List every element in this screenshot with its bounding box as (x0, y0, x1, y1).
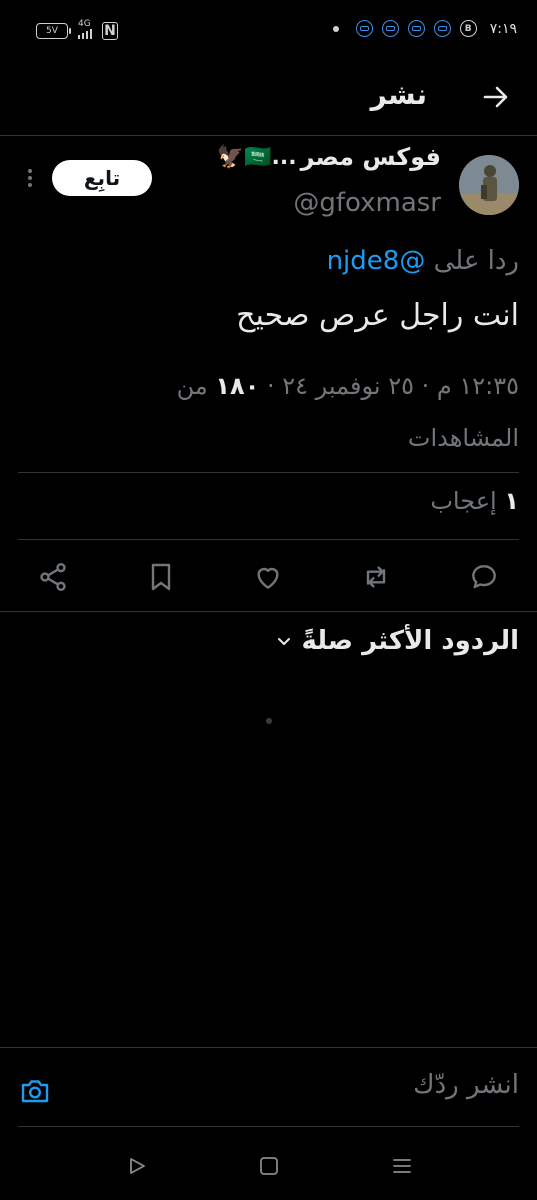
tweet-timestamp[interactable]: ١٢:٣٥ م · ٢٥ نوفمبر ٢٤ · (259, 372, 519, 400)
system-nav-bar (0, 1140, 537, 1200)
like-icon[interactable] (252, 561, 284, 593)
divider (0, 1047, 537, 1048)
author-name: فوكس مصر (300, 143, 441, 171)
reply-mention-link[interactable]: @njde8 (327, 246, 426, 276)
reply-context: ردا على @njde8 (327, 246, 519, 276)
clock: ٧:١٩ (489, 20, 517, 37)
author-handle[interactable]: @gfoxmasr (293, 188, 441, 218)
views-count: ١٨٠ (215, 372, 260, 400)
loading-indicator (266, 718, 272, 724)
battery-label: 5V (46, 26, 58, 36)
signal-icon (78, 29, 92, 39)
reply-input[interactable]: انشر ردّك (413, 1070, 519, 1100)
tweet-actions (0, 555, 537, 599)
home-nav-icon[interactable] (257, 1154, 281, 1178)
divider (0, 611, 537, 612)
back-arrow-icon[interactable] (481, 82, 511, 112)
tweet-meta: ١٢:٣٥ م · ٢٥ نوفمبر ٢٤ · ١٨٠ من المشاهدا… (139, 360, 519, 464)
author-emoji-suffix: 🦅🇸🇦... (216, 144, 297, 170)
avatar[interactable] (459, 155, 519, 215)
avatar-image (459, 155, 519, 215)
recents-nav-icon[interactable] (390, 1154, 414, 1178)
messenger-icon (433, 20, 451, 37)
camera-icon[interactable] (18, 1074, 52, 1108)
chevron-down-icon (277, 638, 290, 645)
b-badge-icon: B (459, 20, 477, 37)
repost-icon[interactable] (360, 561, 392, 593)
messenger-icon (355, 20, 373, 37)
bookmark-icon[interactable] (145, 561, 177, 593)
messenger-icon (381, 20, 399, 37)
likes-label: إعجاب (430, 487, 505, 515)
network-indicator: 4G (78, 20, 92, 42)
replies-sort-dropdown[interactable]: الردود الأكثر صلةً (276, 626, 519, 656)
network-label: 4G (78, 19, 91, 29)
likes-summary[interactable]: ١ إعجاب (430, 487, 519, 515)
messenger-icon (407, 20, 425, 37)
share-icon[interactable] (37, 561, 69, 593)
page-title: نشر (370, 78, 427, 111)
top-app-bar: نشر (0, 62, 537, 136)
divider (18, 472, 519, 473)
battery-icon: 5V (36, 23, 71, 39)
reply-icon[interactable] (468, 561, 500, 593)
tweet-text: انت راجل عرص صحيح (236, 298, 519, 333)
divider (18, 1126, 519, 1127)
status-bar: 5V 4G N B ٧:١٩ (0, 0, 537, 62)
replies-sort-label: الردود الأكثر صلةً (301, 626, 519, 656)
divider (18, 539, 519, 540)
more-options-icon[interactable] (20, 166, 40, 192)
likes-count: ١ (504, 487, 519, 515)
nfc-icon: N (102, 22, 118, 40)
notification-dot (332, 25, 339, 32)
reply-prefix: ردا على (433, 246, 519, 276)
back-nav-icon[interactable] (125, 1154, 149, 1178)
author-name-row[interactable]: 🦅🇸🇦... فوكس مصر (217, 143, 441, 171)
follow-button[interactable]: تابِع (52, 160, 152, 196)
